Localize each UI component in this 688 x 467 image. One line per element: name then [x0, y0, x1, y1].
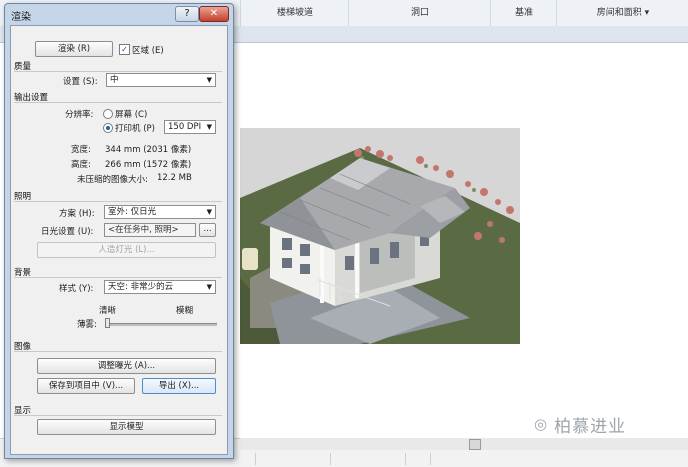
status-divider: [405, 453, 406, 465]
section-divider: [14, 277, 222, 278]
sun-settings-value: <在任务中, 照明>: [108, 225, 179, 235]
scrollbar-thumb[interactable]: [469, 439, 481, 450]
help-button[interactable]: ?: [175, 6, 199, 22]
section-divider: [14, 102, 222, 103]
chevron-down-icon: ▼: [206, 76, 212, 84]
section-divider: [14, 415, 222, 416]
quality-setting-value: 中: [110, 75, 119, 85]
image-size-value: 12.2 MB: [157, 173, 192, 183]
dialog-titlebar[interactable]: 渲染 ? ✕: [5, 4, 233, 25]
height-label: 高度:: [71, 160, 91, 170]
chevron-down-icon: ▼: [206, 123, 212, 131]
dialog-client: 渲染 (R) ✓ 区域 (E) 质量 设置 (S): 中 ▼ 输出设置 分辨率:…: [10, 25, 228, 455]
scheme-label: 方案 (H):: [59, 209, 95, 219]
quality-setting-label: 设置 (S):: [63, 77, 98, 87]
artificial-lights-button[interactable]: 人造灯光 (L)...: [37, 242, 216, 258]
watermark-text: 柏慕进业: [554, 416, 627, 437]
background-style-select[interactable]: 天空: 非常少的云 ▼: [104, 280, 216, 294]
region-label: 区域 (E): [132, 46, 164, 56]
ribbon-tab-opening[interactable]: 洞口: [348, 0, 491, 26]
ribbon-tab-room-area[interactable]: 房间和面积 ▾: [556, 0, 688, 26]
background-style-label: 样式 (Y):: [59, 284, 94, 294]
dialog-title: 渲染: [11, 12, 31, 23]
chevron-down-icon: ▼: [206, 283, 212, 291]
sun-settings-browse-button[interactable]: ...: [199, 223, 216, 237]
section-divider: [14, 351, 222, 352]
resolution-label: 分辨率:: [65, 110, 94, 120]
haze-slider-track[interactable]: [105, 323, 217, 326]
height-value: 266 mm (1572 像素): [105, 160, 192, 170]
rendered-house-view: [240, 128, 520, 344]
haze-slider-thumb[interactable]: [105, 318, 110, 328]
lighting-scheme-select[interactable]: 室外: 仅日光 ▼: [104, 205, 216, 219]
status-divider: [330, 453, 331, 465]
ribbon-tab-datum[interactable]: 基准: [490, 0, 557, 26]
screen-radio[interactable]: [103, 109, 113, 119]
ribbon-tab-stairs-ramp[interactable]: 楼梯坡道: [240, 0, 349, 26]
haze-clear-label: 清晰: [99, 306, 117, 316]
house-render-image: [240, 146, 520, 344]
render-dialog: 渲染 ? ✕ 渲染 (R) ✓ 区域 (E) 质量 设置 (S): 中 ▼ 输出…: [4, 3, 234, 459]
quality-setting-select[interactable]: 中 ▼: [106, 73, 216, 87]
haze-label: 薄雾:: [77, 320, 97, 330]
haze-hazy-label: 模糊: [176, 306, 194, 316]
background-style-value: 天空: 非常少的云: [108, 282, 174, 292]
sun-settings-label: 日光设置 (U):: [41, 227, 94, 237]
dpi-select[interactable]: 150 DPI ▼: [164, 120, 216, 134]
width-label: 宽度:: [71, 145, 91, 155]
chevron-down-icon: ▼: [206, 208, 212, 216]
dpi-value: 150 DPI: [168, 122, 202, 132]
close-button[interactable]: ✕: [199, 6, 229, 22]
screen-option-label: 屏幕 (C): [115, 110, 148, 120]
save-to-project-button[interactable]: 保存到项目中 (V)...: [37, 378, 135, 394]
status-divider: [430, 453, 431, 465]
render-button[interactable]: 渲染 (R): [35, 41, 113, 57]
printer-option-label: 打印机 (P): [115, 124, 155, 134]
wechat-logo-icon: ◎: [534, 415, 549, 433]
horizontal-scrollbar[interactable]: [240, 438, 688, 450]
lighting-scheme-value: 室外: 仅日光: [108, 207, 157, 217]
printer-radio[interactable]: [103, 123, 113, 133]
watermark: ◎ 柏慕进业: [534, 413, 627, 437]
adjust-exposure-button[interactable]: 调整曝光 (A)...: [37, 358, 216, 374]
status-divider: [255, 453, 256, 465]
sun-settings-field: <在任务中, 照明>: [104, 223, 196, 237]
section-divider: [14, 71, 222, 72]
region-checkbox[interactable]: ✓: [119, 44, 130, 55]
image-size-label: 未压缩的图像大小:: [77, 175, 148, 185]
section-divider: [14, 201, 222, 202]
close-icon: ✕: [209, 8, 219, 19]
export-button[interactable]: 导出 (X)...: [142, 378, 216, 394]
width-value: 344 mm (2031 像素): [105, 145, 192, 155]
help-icon: ?: [184, 8, 190, 19]
show-model-button[interactable]: 显示模型: [37, 419, 216, 435]
